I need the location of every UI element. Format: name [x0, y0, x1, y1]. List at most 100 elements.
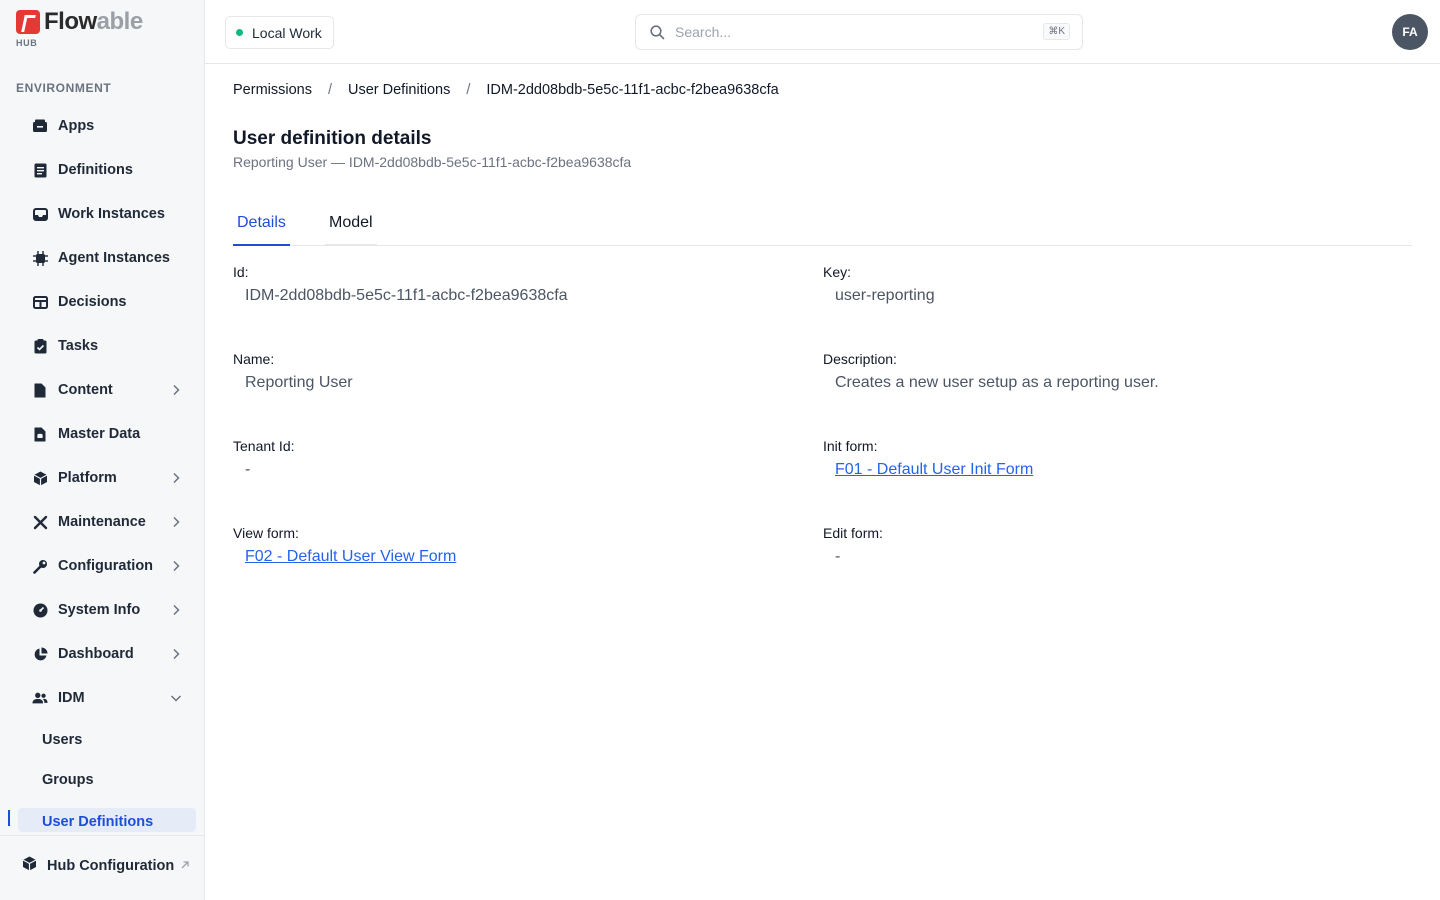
sidebar-item-work-instances[interactable]: Work Instances: [18, 192, 196, 236]
chevron-right-icon: [173, 384, 180, 396]
breadcrumb-user-definitions[interactable]: User Definitions: [348, 82, 450, 98]
field-tenant-id: Tenant Id: -: [233, 438, 793, 479]
hub-configuration-label: Hub Configuration: [47, 858, 175, 874]
tab-details[interactable]: Details: [233, 203, 290, 246]
environment-label: Local Work: [252, 24, 322, 41]
field-label: Description:: [823, 351, 897, 367]
field-label: Name:: [233, 351, 275, 367]
search-icon: [650, 24, 665, 39]
field-label: Key:: [823, 264, 852, 280]
flowable-logo-icon: [16, 10, 40, 34]
search-bar[interactable]: ⌘K: [635, 14, 1083, 50]
environment-selector[interactable]: Local Work: [225, 16, 334, 49]
sidebar-item-label: Work Instances: [58, 206, 165, 222]
field-id: Id: IDM-2dd08bdb-5e5c-11f1-acbc-f2bea963…: [233, 264, 793, 305]
field-value: -: [245, 461, 251, 478]
field-label: Tenant Id:: [233, 438, 295, 454]
tab-bar: Details Model: [233, 203, 1412, 246]
logo-wordmark: Flowable: [44, 8, 143, 35]
sidebar-item-platform[interactable]: Platform: [18, 456, 196, 500]
chevron-down-icon: [170, 695, 182, 702]
field-edit-form: Edit form: -: [823, 525, 1383, 566]
sidebar-item-label: Decisions: [58, 294, 127, 310]
sidebar-item-agent-instances[interactable]: Agent Instances: [18, 236, 196, 280]
apps-box-icon: [32, 118, 48, 134]
sidebar-item-label: Configuration: [58, 558, 154, 574]
sidebar-item-tasks[interactable]: Tasks: [18, 324, 196, 368]
status-dot-icon: [236, 29, 243, 36]
page-title: User definition details: [233, 128, 432, 149]
field-label: Edit form:: [823, 525, 883, 541]
gauge-icon: [32, 602, 48, 618]
chevron-right-icon: [173, 560, 180, 572]
tools-icon: [32, 514, 48, 530]
top-bar: Local Work ⌘K FA: [205, 0, 1440, 64]
cube-icon: [22, 856, 37, 876]
sidebar-item-label: Definitions: [58, 162, 133, 178]
sidebar-item-configuration[interactable]: Configuration: [18, 544, 196, 588]
sidebar-item-definitions[interactable]: Definitions: [18, 148, 196, 192]
field-label: View form:: [233, 525, 299, 541]
external-link-icon: [181, 861, 189, 869]
sidebar-item-label: Agent Instances: [58, 250, 170, 266]
field-value: user-reporting: [835, 287, 935, 304]
sidebar-footer: Hub Configuration: [0, 835, 204, 900]
sidebar-subitem-user-definitions[interactable]: User Definitions: [18, 808, 196, 832]
definitions-book-icon: [32, 162, 48, 178]
field-view-form: View form: F02 - Default User View Form: [233, 525, 793, 566]
sidebar-item-label: Platform: [58, 470, 117, 486]
sidebar-item-maintenance[interactable]: Maintenance: [18, 500, 196, 544]
breadcrumb: Permissions / User Definitions / IDM-2dd…: [233, 82, 779, 98]
sidebar-item-label: Dashboard: [58, 646, 134, 662]
sidebar-subitem-groups[interactable]: Groups: [18, 760, 196, 800]
environment-section-label: ENVIRONMENT: [16, 81, 112, 95]
table-grid-icon: [32, 294, 48, 310]
users-icon: [32, 690, 48, 706]
chevron-right-icon: [173, 472, 180, 484]
chevron-right-icon: [173, 516, 180, 528]
hub-configuration-link[interactable]: Hub Configuration: [22, 856, 174, 876]
sidebar-item-label: Maintenance: [58, 514, 146, 530]
field-description: Description: Creates a new user setup as…: [823, 351, 1383, 392]
sidebar-subitem-users[interactable]: Users: [18, 720, 196, 760]
flowable-logo[interactable]: Flowable: [16, 10, 143, 34]
sidebar-item-idm[interactable]: IDM: [18, 676, 196, 720]
search-input[interactable]: [675, 24, 1015, 40]
field-init-form: Init form: F01 - Default User Init Form: [823, 438, 1383, 479]
field-value: -: [835, 548, 841, 565]
database-file-icon: [32, 426, 48, 442]
tab-model[interactable]: Model: [325, 203, 377, 246]
active-item-indicator: [8, 810, 10, 826]
sidebar-item-dashboard[interactable]: Dashboard: [18, 632, 196, 676]
field-name: Name: Reporting User: [233, 351, 793, 392]
sidebar-item-decisions[interactable]: Decisions: [18, 280, 196, 324]
chevron-right-icon: [173, 604, 180, 616]
breadcrumb-permissions[interactable]: Permissions: [233, 82, 312, 98]
view-form-link[interactable]: F02 - Default User View Form: [245, 548, 456, 565]
logo-subtitle: HUB: [16, 38, 38, 48]
keyboard-shortcut-badge: ⌘K: [1043, 23, 1070, 40]
sidebar-item-label: Apps: [58, 118, 95, 134]
sidebar-item-label: Tasks: [58, 338, 99, 354]
field-label: Id:: [233, 264, 249, 280]
sidebar-item-content[interactable]: Content: [18, 368, 196, 412]
field-value: IDM-2dd08bdb-5e5c-11f1-acbc-f2bea9638cfa: [245, 287, 568, 304]
sidebar-item-system-info[interactable]: System Info: [18, 588, 196, 632]
field-value: Creates a new user setup as a reporting …: [835, 374, 1159, 391]
breadcrumb-separator: /: [327, 82, 332, 98]
user-avatar[interactable]: FA: [1392, 14, 1428, 50]
chip-icon: [32, 250, 48, 266]
field-label: Init form:: [823, 438, 878, 454]
cube-icon: [32, 470, 48, 486]
breadcrumb-current: IDM-2dd08bdb-5e5c-11f1-acbc-f2bea9638cfa: [486, 82, 779, 98]
field-value: Reporting User: [245, 374, 353, 391]
sidebar-item-master-data[interactable]: Master Data: [18, 412, 196, 456]
sidebar-item-label: IDM: [58, 690, 85, 706]
pie-chart-icon: [32, 646, 48, 662]
sidebar-item-apps[interactable]: Apps: [18, 104, 196, 148]
sidebar-item-label: System Info: [58, 602, 141, 618]
sidebar-nav: Apps Definitions Work Instances Agent In…: [18, 104, 196, 832]
init-form-link[interactable]: F01 - Default User Init Form: [835, 461, 1033, 478]
page-subtitle: Reporting User — IDM-2dd08bdb-5e5c-11f1-…: [233, 154, 632, 170]
document-icon: [32, 382, 48, 398]
